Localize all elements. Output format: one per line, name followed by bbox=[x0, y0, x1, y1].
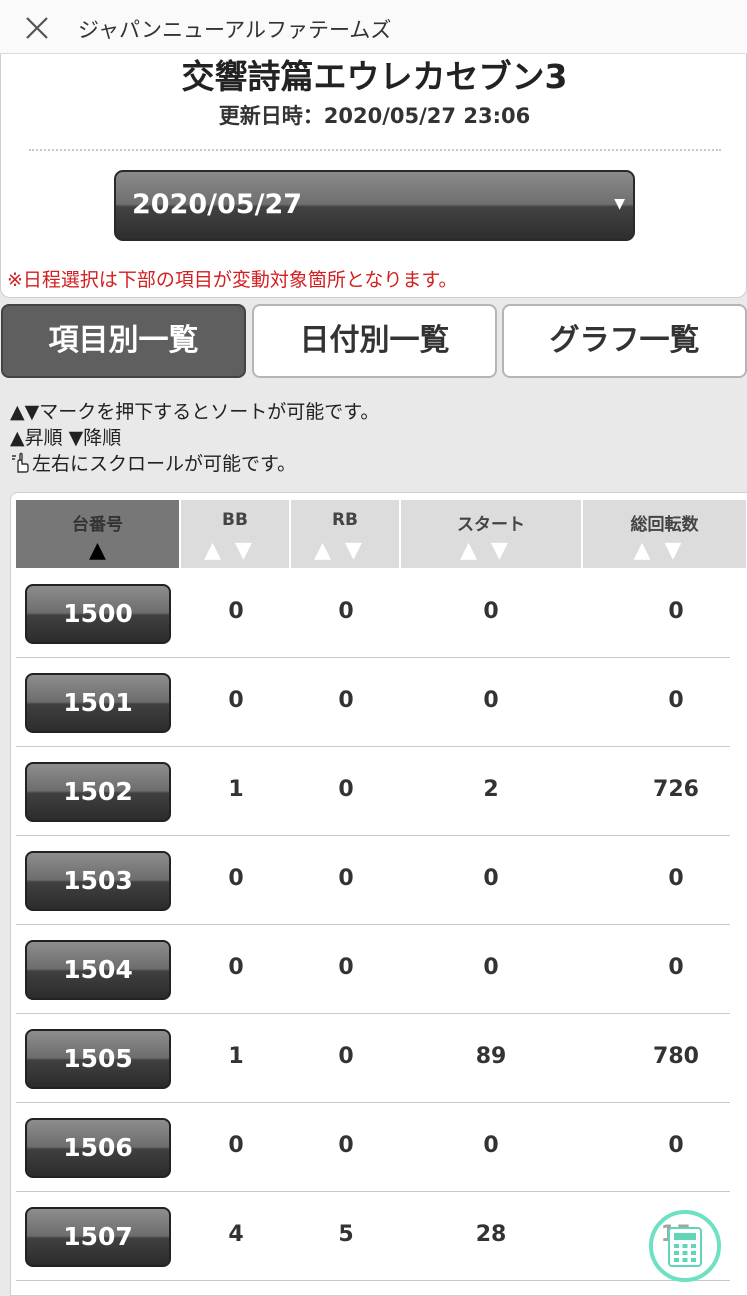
machine-number-button[interactable]: 1507 bbox=[25, 1207, 171, 1267]
cell-total-spins: 0 bbox=[668, 599, 684, 624]
close-icon[interactable] bbox=[22, 13, 52, 43]
dotted-divider bbox=[29, 149, 721, 151]
cell-rb: 0 bbox=[338, 599, 354, 624]
scroll-hint-text: 左右にスクロールが可能です。 bbox=[32, 453, 297, 475]
machine-number-button[interactable]: 1501 bbox=[25, 673, 171, 733]
cell-start: 0 bbox=[483, 955, 499, 980]
cell-bb: 0 bbox=[228, 866, 244, 891]
schedule-note: ※日程選択は下部の項目が変動対象箇所となります。 bbox=[7, 269, 458, 291]
cell-rb: 0 bbox=[338, 955, 354, 980]
cell-rb: 0 bbox=[338, 777, 354, 802]
col-header-machine-no: 台番号 ▲ bbox=[16, 500, 181, 568]
col-label-machine-no: 台番号 bbox=[72, 515, 123, 535]
cell-total-spins: 726 bbox=[653, 777, 699, 802]
col-label-start: スタート bbox=[457, 515, 525, 535]
col-header-bb: BB ▲▼ bbox=[181, 500, 291, 568]
cell-rb: 0 bbox=[338, 1044, 354, 1069]
machine-number-button[interactable]: 1500 bbox=[25, 584, 171, 644]
cell-rb: 5 bbox=[338, 1222, 354, 1247]
cell-start: 28 bbox=[475, 1222, 507, 1247]
sort-hint: ▲▼マークを押下するとソートが可能です。 bbox=[10, 401, 380, 423]
cell-bb: 0 bbox=[228, 599, 244, 624]
app-bar: ジャパンニューアルファテームズ bbox=[0, 0, 747, 54]
sort-desc-icon[interactable]: ▼ bbox=[345, 538, 376, 563]
table-row: 1503 0 0 0 0 bbox=[16, 836, 730, 925]
col-label-rb: RB bbox=[331, 510, 359, 530]
cell-start: 0 bbox=[483, 866, 499, 891]
cell-bb: 1 bbox=[228, 777, 244, 802]
cell-start: 89 bbox=[475, 1044, 507, 1069]
table-row: 1502 1 0 2 726 bbox=[16, 747, 730, 836]
cell-start: 0 bbox=[483, 599, 499, 624]
table-row: 1505 1 0 89 780 bbox=[16, 1014, 730, 1103]
cell-rb: 0 bbox=[338, 866, 354, 891]
sort-desc-icon[interactable]: ▼ bbox=[491, 538, 522, 563]
cell-rb: 0 bbox=[338, 688, 354, 713]
updated-timestamp: 更新日時：2020/05/27 23:06 bbox=[218, 104, 531, 128]
date-select-value: 2020/05/27 bbox=[132, 189, 303, 220]
sort-asc-icon[interactable]: ▲ bbox=[204, 538, 235, 563]
cell-start: 2 bbox=[483, 777, 499, 802]
table-header: 台番号 ▲ BB ▲▼ RB ▲▼ スタート ▲▼ 総回転数 ▲▼ bbox=[16, 500, 747, 568]
app-title: ジャパンニューアルファテームズ bbox=[78, 18, 392, 42]
table-row: 1506 0 0 0 0 bbox=[16, 1103, 730, 1192]
sort-desc-icon[interactable]: ▼ bbox=[235, 538, 266, 563]
cell-bb: 0 bbox=[228, 1133, 244, 1158]
tab-by-item[interactable]: 項目別一覧 bbox=[1, 304, 246, 378]
col-label-total-spins: 総回転数 bbox=[630, 515, 699, 535]
tab-by-date[interactable]: 日付別一覧 bbox=[252, 304, 497, 378]
tab-graph[interactable]: グラフ一覧 bbox=[502, 304, 747, 378]
col-header-total-spins: 総回転数 ▲▼ bbox=[583, 500, 747, 568]
col-header-start: スタート ▲▼ bbox=[401, 500, 583, 568]
sort-asc-icon[interactable]: ▲ bbox=[634, 538, 665, 563]
machine-number-button[interactable]: 1503 bbox=[25, 851, 171, 911]
cell-bb: 0 bbox=[228, 955, 244, 980]
hand-pointer-icon bbox=[12, 452, 29, 473]
data-table[interactable]: 台番号 ▲ BB ▲▼ RB ▲▼ スタート ▲▼ 総回転数 ▲▼ 1500 0… bbox=[10, 492, 747, 1296]
table-row: 1504 0 0 0 0 bbox=[16, 925, 730, 1014]
date-select[interactable]: 2020/05/27 ▼ bbox=[114, 170, 635, 241]
caret-down-icon: ▼ bbox=[614, 196, 625, 212]
cell-total-spins: 0 bbox=[668, 688, 684, 713]
cell-start: 0 bbox=[483, 1133, 499, 1158]
sort-desc-icon[interactable]: ▼ bbox=[665, 538, 696, 563]
cell-total-spins: 0 bbox=[668, 866, 684, 891]
machine-number-button[interactable]: 1502 bbox=[25, 762, 171, 822]
cell-start: 0 bbox=[483, 688, 499, 713]
table-row: 1501 0 0 0 0 bbox=[16, 658, 730, 747]
machine-number-button[interactable]: 1505 bbox=[25, 1029, 171, 1089]
machine-number-button[interactable]: 1504 bbox=[25, 940, 171, 1000]
cell-bb: 1 bbox=[228, 1044, 244, 1069]
cell-total-spins: 0 bbox=[668, 1133, 684, 1158]
calculator-button[interactable] bbox=[649, 1210, 721, 1282]
cell-rb: 0 bbox=[338, 1133, 354, 1158]
sort-asc-icon[interactable]: ▲ bbox=[314, 538, 345, 563]
header-card: 交響詩篇エウレカセブン3 更新日時：2020/05/27 23:06 2020/… bbox=[0, 54, 747, 298]
cell-total-spins: 0 bbox=[668, 955, 684, 980]
sort-asc-icon[interactable]: ▲ bbox=[460, 538, 491, 563]
col-label-bb: BB bbox=[222, 510, 248, 530]
scroll-hint: 左右にスクロールが可能です。 bbox=[10, 449, 296, 476]
cell-total-spins: 780 bbox=[653, 1044, 699, 1069]
calculator-icon bbox=[668, 1227, 702, 1267]
machine-name: 交響詩篇エウレカセブン3 bbox=[181, 57, 568, 96]
table-row: 1500 0 0 0 0 bbox=[16, 569, 730, 658]
cell-bb: 0 bbox=[228, 688, 244, 713]
table-row: 1507 4 5 28 15 bbox=[16, 1192, 730, 1281]
col-header-rb: RB ▲▼ bbox=[291, 500, 401, 568]
machine-number-button[interactable]: 1506 bbox=[25, 1118, 171, 1178]
sort-order-legend: ▲昇順 ▼降順 bbox=[10, 427, 122, 449]
cell-bb: 4 bbox=[228, 1222, 244, 1247]
sort-asc-icon[interactable]: ▲ bbox=[89, 538, 106, 563]
